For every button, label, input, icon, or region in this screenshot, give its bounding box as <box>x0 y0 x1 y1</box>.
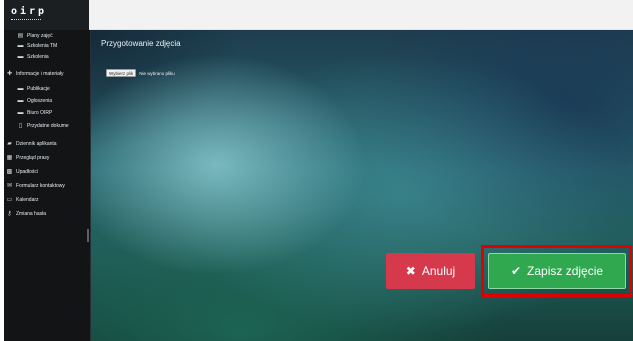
sidebar-item-przydatne-dokumenty[interactable]: ▯ Przydatne dokume <box>17 122 69 130</box>
logo-underline <box>11 19 41 22</box>
sidebar-item-szkolenia-tm[interactable]: ▬ Szkolenia TM <box>17 43 58 49</box>
folder-icon: ▬ <box>17 110 24 116</box>
file-status-text: Nie wybrano pliku <box>139 70 175 76</box>
modal-title: Przygotowanie zdjęcia <box>101 39 181 48</box>
folder-icon: ▬ <box>17 54 24 60</box>
logo-area: oirp <box>4 0 89 30</box>
sidebar-item-label: Upadłości <box>16 168 38 175</box>
sidebar-item-label: Informacje i materiały <box>16 70 64 77</box>
sidebar-item-zmiana-hasla[interactable]: ⚷ Zmiana hasła <box>6 210 47 218</box>
sidebar-item-kalendarz[interactable]: ▭ Kalendarz <box>6 196 39 204</box>
sidebar-item-label: Przydatne dokume <box>27 122 69 129</box>
plus-icon: ✚ <box>6 71 13 77</box>
book-icon: ▰ <box>7 141 12 147</box>
folder-icon: ▬ <box>17 86 24 92</box>
sidebar-item-dziennik-aplikanta[interactable]: ▰ Dziennik aplikanta <box>6 140 57 148</box>
top-bar: oirp <box>4 0 633 30</box>
sidebar-item-upadlosci[interactable]: ▩ Upadłości <box>6 168 38 176</box>
sidebar-item-ogloszenia[interactable]: ▬ Ogłoszenia <box>17 98 53 104</box>
document-icon: ▯ <box>18 123 23 129</box>
cancel-button[interactable]: ✖ Anuluj <box>386 253 475 289</box>
calendar-list-icon: ▤ <box>17 33 24 39</box>
sidebar-item-label: Kalendarz <box>16 196 39 203</box>
sidebar-scrollbar[interactable] <box>87 229 89 242</box>
sidebar-item-label: Szkolenia <box>27 54 49 60</box>
sidebar-item-przeglad-prasy[interactable]: ▦ Przegląd prasy <box>6 154 50 162</box>
sidebar-item-label: Biuro OIRP <box>27 110 53 116</box>
calendar-icon: ▭ <box>6 197 13 203</box>
top-bar-empty <box>89 0 633 30</box>
close-icon: ✖ <box>405 264 416 278</box>
sidebar-item-label: Przegląd prasy <box>16 154 50 161</box>
highlight-frame <box>481 245 632 297</box>
folder-icon: ▬ <box>17 43 24 49</box>
photo-preparation-modal: Przygotowanie zdjęcia Wybierz plik Nie w… <box>91 30 633 341</box>
sidebar-item-label: Formularz kontaktowy <box>16 182 65 189</box>
sidebar-item-formularz-kontaktowy[interactable]: ✉ Formularz kontaktowy <box>6 182 65 190</box>
app-window: oirp ▤ Plany zajęć ▬ Szkolenia TM ▬ Szko… <box>4 0 633 341</box>
sidebar-item-label: Szkolenia TM <box>27 43 58 49</box>
sidebar: ▤ Plany zajęć ▬ Szkolenia TM ▬ Szkolenia… <box>4 30 91 341</box>
sidebar-item-label: Plany zajęć <box>27 32 53 39</box>
sidebar-item-informacje[interactable]: ✚ Informacje i materiały <box>6 70 64 78</box>
key-icon: ⚷ <box>7 211 12 217</box>
sidebar-item-plany-zajec[interactable]: ▤ Plany zajęć <box>17 32 53 40</box>
folder-icon: ▬ <box>17 98 24 104</box>
sidebar-item-label: Publikacje <box>27 86 50 92</box>
sidebar-item-biuro-oirp[interactable]: ▬ Biuro OIRP <box>17 110 53 116</box>
sidebar-item-publikacje[interactable]: ▬ Publikacje <box>17 86 50 92</box>
newspaper-icon: ▦ <box>6 155 13 161</box>
grid-icon: ▩ <box>6 169 13 175</box>
chat-icon: ✉ <box>6 183 13 189</box>
logo[interactable]: oirp <box>11 6 47 17</box>
file-picker: Wybierz plik Nie wybrano pliku <box>106 69 175 77</box>
cancel-button-label: Anuluj <box>421 264 456 278</box>
sidebar-item-label: Ogłoszenia <box>27 98 53 104</box>
sidebar-item-szkolenia[interactable]: ▬ Szkolenia <box>17 54 49 60</box>
choose-file-button[interactable]: Wybierz plik <box>106 69 137 77</box>
sidebar-item-label: Dziennik aplikanta <box>16 140 57 147</box>
sidebar-item-label: Zmiana hasła <box>16 210 47 217</box>
